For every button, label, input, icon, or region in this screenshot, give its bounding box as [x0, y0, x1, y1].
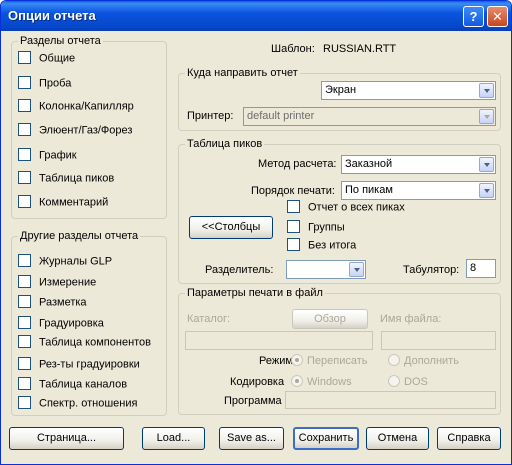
catalog-input[interactable] [185, 331, 373, 350]
report-options-dialog: Опции отчета ? ✕ Разделы отчета Общие Пр… [0, 0, 512, 465]
other-checkbox-glp[interactable]: Журналы GLP [18, 254, 112, 271]
peak-table-title: Таблица пиков [185, 138, 265, 150]
filename-input[interactable] [381, 331, 496, 350]
catalog-label: Каталог: [187, 313, 231, 325]
all-peaks-checkbox[interactable]: Отчет о всех пиках [287, 200, 405, 217]
section-checkbox-sample[interactable]: Проба [18, 76, 71, 93]
radio-selected-icon [291, 354, 303, 367]
order-select[interactable]: По пикам [341, 181, 496, 200]
program-label: Программа [224, 395, 282, 407]
other-checkbox-measurement[interactable]: Измерение [18, 275, 96, 292]
method-label: Метод расчета: [258, 158, 337, 170]
filename-label: Имя файла: [380, 313, 442, 325]
section-checkbox-eluent[interactable]: Элюент/Газ/Форез [18, 123, 132, 140]
tab-label: Табулятор: [403, 264, 460, 276]
destination-select[interactable]: Экран [321, 81, 496, 100]
other-sections-group: Другие разделы отчета Журналы GLP Измере… [11, 230, 167, 416]
report-sections-group: Разделы отчета Общие Проба Колонка/Капил… [11, 35, 167, 219]
window-title: Опции отчета [8, 8, 96, 23]
template-value: RUSSIAN.RTT [323, 43, 397, 55]
mode-overwrite-radio[interactable]: Переписать [291, 354, 368, 367]
section-checkbox-comment[interactable]: Комментарий [18, 195, 108, 212]
browse-button[interactable]: Обзор [292, 309, 368, 329]
order-value: По пикам [345, 184, 393, 196]
destination-title: Куда направить отчет [185, 67, 300, 79]
cancel-button[interactable]: Отмена [366, 427, 429, 450]
other-checkbox-component-table[interactable]: Таблица компонентов [18, 335, 151, 352]
method-select[interactable]: Заказной [341, 155, 496, 174]
page-button[interactable]: Страница... [9, 427, 124, 450]
other-checkbox-markup[interactable]: Разметка [18, 295, 87, 312]
printer-label: Принтер: [187, 110, 234, 122]
title-bar: Опции отчета ? ✕ [1, 1, 511, 31]
other-sections-title: Другие разделы отчета [18, 230, 141, 242]
destination-value: Экран [325, 84, 357, 96]
other-checkbox-channel-table[interactable]: Таблица каналов [18, 377, 127, 394]
method-dropdown-icon[interactable] [479, 157, 494, 172]
save-as-button[interactable]: Save as... [219, 427, 284, 450]
help-title-button[interactable]: ? [463, 6, 484, 27]
separator-label: Разделитель: [205, 264, 274, 276]
destination-group: Куда направить отчет Экран Принтер: defa… [178, 67, 501, 131]
order-dropdown-icon[interactable] [479, 183, 494, 198]
other-checkbox-calibration[interactable]: Градуировка [18, 316, 104, 333]
peak-table-group: Таблица пиков Метод расчета: Заказной По… [178, 138, 501, 284]
other-checkbox-calibration-results[interactable]: Рез-ты градуировки [18, 357, 140, 374]
separator-select[interactable] [286, 260, 366, 279]
radio-selected-icon [291, 375, 303, 388]
close-button[interactable]: ✕ [487, 6, 508, 27]
printer-value: default printer [247, 110, 315, 122]
section-checkbox-graph[interactable]: График [18, 148, 77, 165]
tab-input[interactable]: 8 [466, 259, 496, 278]
report-sections-title: Разделы отчета [18, 35, 103, 47]
order-label: Порядок печати: [251, 185, 335, 197]
other-checkbox-spectrum-ratio[interactable]: Спектр. отношения [18, 396, 137, 413]
save-button[interactable]: Сохранить [293, 427, 359, 450]
section-checkbox-column[interactable]: Колонка/Капилляр [18, 99, 134, 116]
radio-icon [388, 375, 400, 388]
encoding-label: Кодировка [230, 376, 285, 388]
groups-checkbox[interactable]: Группы [287, 220, 345, 237]
mode-append-radio[interactable]: Дополнить [388, 354, 459, 367]
file-print-group: Параметры печати в файл Каталог: Обзор И… [178, 287, 501, 415]
separator-dropdown-icon[interactable] [349, 262, 364, 277]
program-input[interactable] [285, 391, 496, 409]
encoding-windows-radio[interactable]: Windows [291, 375, 352, 388]
section-checkbox-general[interactable]: Общие [18, 51, 75, 68]
encoding-dos-radio[interactable]: DOS [388, 375, 428, 388]
no-total-checkbox[interactable]: Без итога [287, 238, 356, 255]
help-button[interactable]: Справка [437, 427, 501, 450]
method-value: Заказной [345, 158, 393, 170]
load-button[interactable]: Load... [142, 427, 205, 450]
file-print-title: Параметры печати в файл [185, 287, 325, 299]
printer-dropdown-icon[interactable] [479, 109, 494, 124]
columns-button[interactable]: <<Столбцы [189, 216, 273, 239]
destination-dropdown-icon[interactable] [479, 83, 494, 98]
template-label: Шаблон: [271, 43, 315, 55]
section-checkbox-peak-table[interactable]: Таблица пиков [18, 171, 114, 188]
radio-icon [388, 354, 400, 367]
printer-select[interactable]: default printer [243, 107, 496, 126]
